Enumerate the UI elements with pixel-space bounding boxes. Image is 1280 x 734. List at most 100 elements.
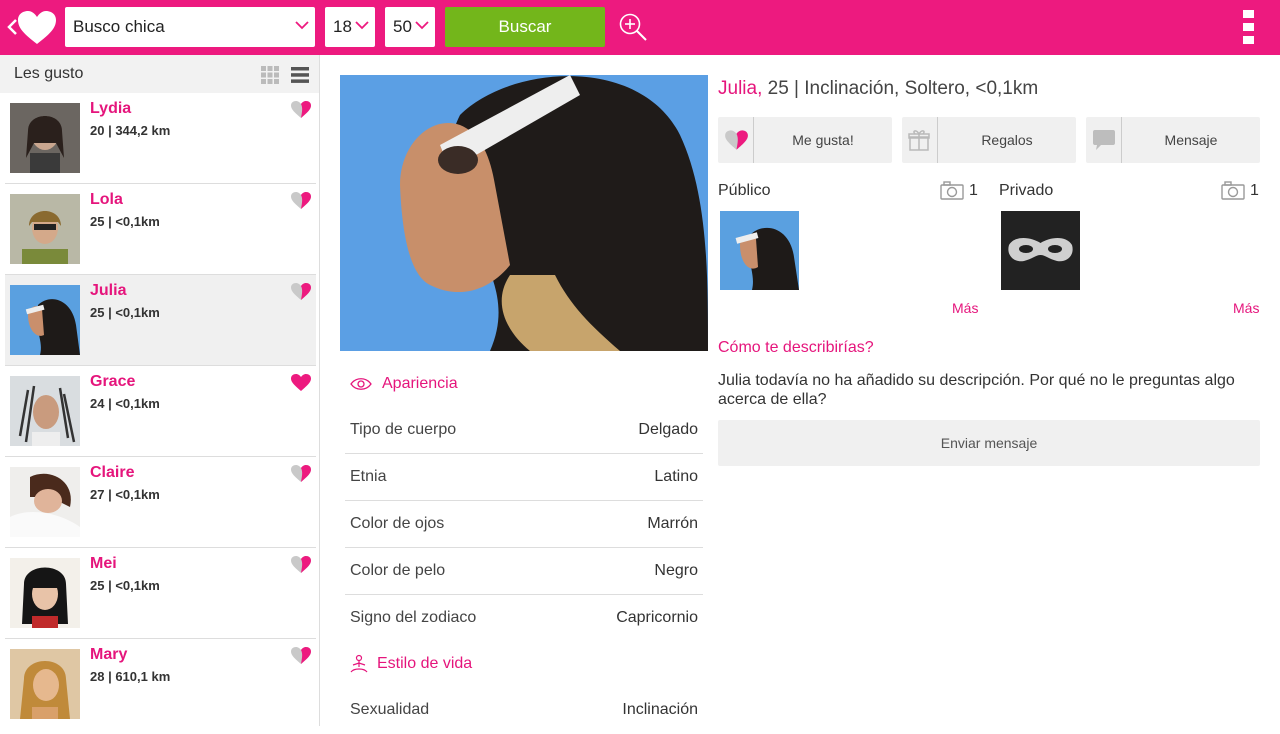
list-item-info: 20 | 344,2 km bbox=[90, 123, 171, 138]
user-thumbnail bbox=[10, 376, 80, 446]
list-item-info: 24 | <0,1km bbox=[90, 396, 160, 411]
heart-icon[interactable] bbox=[290, 191, 312, 210]
list-item[interactable]: Claire 27 | <0,1km bbox=[5, 457, 316, 548]
attribute-value: Capricornio bbox=[616, 609, 698, 626]
user-thumbnail bbox=[10, 649, 80, 719]
age-min-value: 18 bbox=[333, 17, 352, 36]
chat-bubble-icon bbox=[1093, 130, 1115, 150]
chevron-down-icon bbox=[415, 21, 429, 30]
gift-icon bbox=[908, 130, 930, 151]
attribute-row: Color de ojos Marrón bbox=[345, 501, 703, 548]
heart-icon[interactable] bbox=[290, 646, 312, 665]
heart-icon[interactable] bbox=[290, 555, 312, 574]
list-item[interactable]: Grace 24 | <0,1km bbox=[5, 366, 316, 457]
gifts-button[interactable]: Regalos bbox=[902, 117, 1076, 163]
heart-icon[interactable] bbox=[290, 282, 312, 301]
attribute-label: Tipo de cuerpo bbox=[350, 421, 457, 438]
attribute-value: Inclinación bbox=[622, 701, 698, 718]
attribute-row: Sexualidad Inclinación bbox=[345, 687, 703, 734]
heart-icon[interactable] bbox=[290, 373, 312, 392]
eye-icon bbox=[350, 378, 372, 390]
public-photo-thumbnail[interactable] bbox=[720, 211, 799, 290]
heart-icon bbox=[725, 130, 748, 150]
message-button[interactable]: Mensaje bbox=[1086, 117, 1260, 163]
list-item[interactable]: Lydia 20 | 344,2 km bbox=[5, 93, 316, 184]
attribute-value: Marrón bbox=[647, 515, 698, 532]
top-bar: Busco chica 18 50 Buscar bbox=[0, 0, 1280, 55]
like-button[interactable]: Me gusta! bbox=[718, 117, 892, 163]
age-min-select[interactable]: 18 bbox=[325, 7, 375, 47]
attribute-label: Etnia bbox=[350, 468, 387, 485]
camera-icon bbox=[940, 181, 964, 200]
description-text: Julia todavía no ha añadido su descripci… bbox=[718, 372, 1235, 408]
attribute-value: Negro bbox=[654, 562, 698, 579]
private-gallery-title: Privado bbox=[999, 182, 1054, 199]
profile-photo[interactable] bbox=[340, 75, 708, 351]
attribute-value: Delgado bbox=[638, 421, 698, 438]
appearance-section-title: Apariencia bbox=[382, 375, 458, 392]
public-photo-count: 1 bbox=[969, 182, 978, 199]
search-button[interactable]: Buscar bbox=[445, 7, 605, 47]
camera-icon bbox=[1221, 181, 1245, 200]
gift-icon-container bbox=[902, 117, 938, 163]
list-item[interactable]: Mei 25 | <0,1km bbox=[5, 548, 316, 639]
sidebar-header: Les gusto bbox=[0, 55, 319, 93]
attribute-label: Sexualidad bbox=[350, 701, 430, 718]
list-item-info: 25 | <0,1km bbox=[90, 305, 160, 320]
chevron-down-icon bbox=[295, 21, 309, 30]
overflow-menu-icon[interactable] bbox=[1243, 10, 1257, 46]
attribute-label: Color de pelo bbox=[350, 562, 446, 579]
private-more-link[interactable]: Más bbox=[1233, 300, 1259, 316]
age-max-value: 50 bbox=[393, 17, 412, 36]
grid-view-icon[interactable] bbox=[261, 66, 279, 84]
like-button-label: Me gusta! bbox=[792, 132, 854, 148]
age-max-select[interactable]: 50 bbox=[385, 7, 435, 47]
chat-icon-container bbox=[1086, 117, 1122, 163]
back-heart-logo-icon[interactable] bbox=[4, 8, 58, 46]
zoom-in-icon[interactable] bbox=[618, 12, 648, 42]
attribute-row: Tipo de cuerpo Delgado bbox=[345, 407, 703, 454]
list-item-info: 25 | <0,1km bbox=[90, 578, 160, 593]
list-item-name: Claire bbox=[90, 464, 135, 481]
list-view-icon[interactable] bbox=[291, 67, 309, 83]
profile-name: Julia, bbox=[718, 78, 763, 99]
user-thumbnail bbox=[10, 194, 80, 264]
list-item-name: Julia bbox=[90, 282, 127, 299]
list-item-name: Mei bbox=[90, 555, 117, 572]
list-item-info: 28 | 610,1 km bbox=[90, 669, 171, 684]
user-thumbnail bbox=[10, 467, 80, 537]
user-thumbnail bbox=[10, 285, 80, 355]
list-item-name: Lydia bbox=[90, 100, 132, 117]
attribute-value: Latino bbox=[654, 468, 698, 485]
heart-icon[interactable] bbox=[290, 464, 312, 483]
attribute-row: Color de pelo Negro bbox=[345, 548, 703, 595]
attribute-label: Color de ojos bbox=[350, 515, 445, 532]
lifestyle-section-title: Estilo de vida bbox=[377, 655, 473, 672]
gifts-button-label: Regalos bbox=[981, 132, 1033, 148]
list-item[interactable]: Lola 25 | <0,1km bbox=[5, 184, 316, 275]
list-item-info: 27 | <0,1km bbox=[90, 487, 160, 502]
private-photo-mask[interactable] bbox=[1001, 211, 1080, 290]
public-more-link[interactable]: Más bbox=[952, 300, 978, 316]
list-item-name: Mary bbox=[90, 646, 128, 663]
profile-summary: 25 | Inclinación, Soltero, <0,1km bbox=[762, 78, 1039, 99]
send-message-button[interactable]: Enviar mensaje bbox=[718, 420, 1260, 466]
list-item[interactable]: Julia 25 | <0,1km bbox=[5, 275, 316, 366]
lotus-icon bbox=[350, 654, 368, 673]
looking-for-value: Busco chica bbox=[73, 17, 165, 36]
user-thumbnail bbox=[10, 103, 80, 173]
list-item-info: 25 | <0,1km bbox=[90, 214, 160, 229]
message-button-label: Mensaje bbox=[1164, 132, 1218, 148]
like-icon-container bbox=[718, 117, 754, 163]
profile-header: Julia, 25 | Inclinación, Soltero, <0,1km bbox=[718, 78, 1038, 100]
attribute-label: Signo del zodiaco bbox=[350, 609, 477, 626]
list-item-name: Grace bbox=[90, 373, 136, 390]
user-thumbnail bbox=[10, 558, 80, 628]
private-photo-count: 1 bbox=[1250, 182, 1259, 199]
list-item[interactable]: Mary 28 | 610,1 km bbox=[5, 639, 316, 726]
attribute-row: Etnia Latino bbox=[345, 454, 703, 501]
looking-for-select[interactable]: Busco chica bbox=[65, 7, 315, 47]
describe-question: Cómo te describirías? bbox=[718, 339, 874, 356]
heart-icon[interactable] bbox=[290, 100, 312, 119]
chevron-down-icon bbox=[355, 21, 369, 30]
